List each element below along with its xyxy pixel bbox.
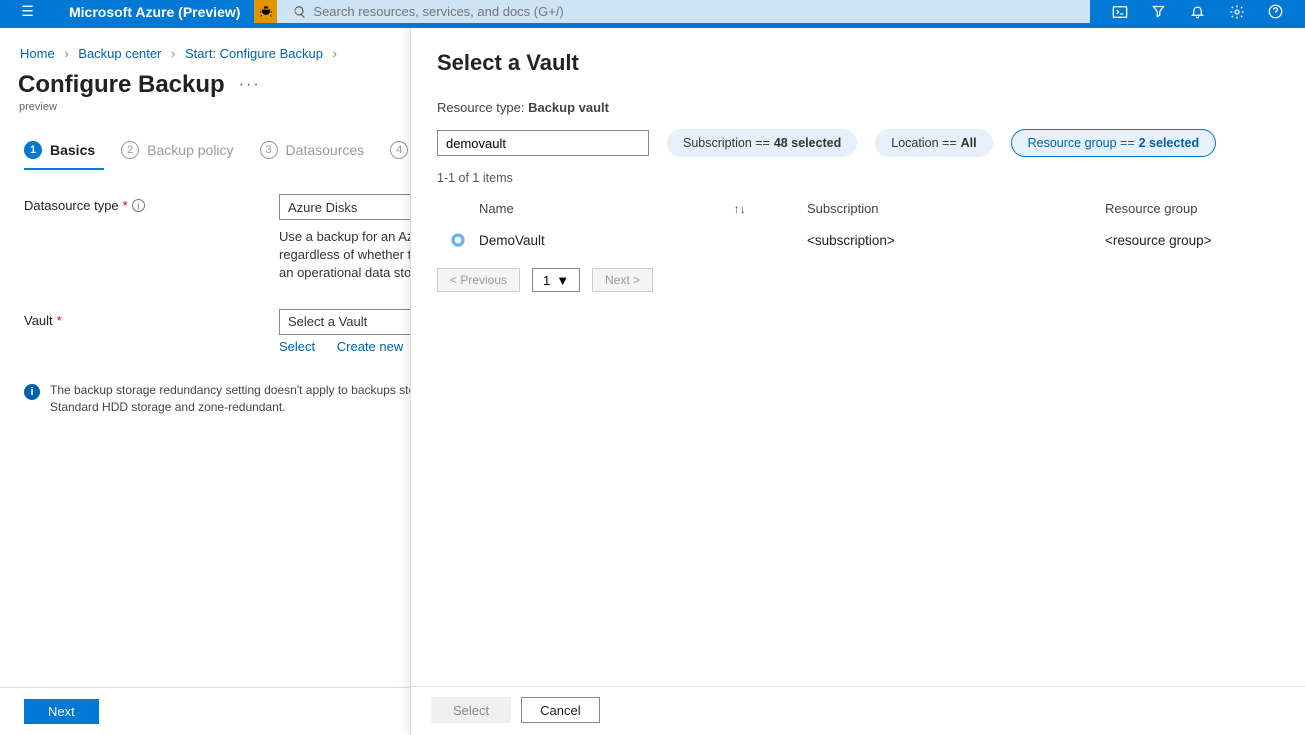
topbar-actions	[1090, 0, 1305, 23]
wizard-tab-backup-policy[interactable]: 2 Backup policy	[121, 141, 233, 159]
select-button[interactable]: Select	[431, 697, 511, 723]
required-marker: *	[57, 313, 62, 328]
cloud-shell-icon[interactable]	[1110, 4, 1130, 20]
panel-footer: Select Cancel	[411, 686, 1305, 735]
col-subscription[interactable]: Subscription	[807, 201, 1105, 216]
col-name[interactable]: Name	[479, 201, 514, 216]
vault-label: Vault *	[24, 309, 279, 328]
search-icon	[293, 5, 307, 19]
chevron-down-icon: ▼	[556, 273, 569, 288]
chevron-right-icon: ›	[58, 46, 74, 61]
breadcrumb-configure-backup[interactable]: Start: Configure Backup	[185, 46, 323, 61]
table-row[interactable]: DemoVault <subscription> <resource group…	[437, 222, 1305, 258]
vault-filter-input[interactable]	[437, 130, 649, 156]
vault-icon	[450, 232, 466, 248]
search-wrap	[287, 0, 1090, 23]
panel-resource-type: Resource type: Backup vault	[411, 80, 1305, 115]
portal-title: Microsoft Azure (Preview)	[55, 0, 254, 23]
wizard-tab-datasources[interactable]: 3 Datasources	[260, 141, 365, 159]
bug-icon[interactable]	[254, 0, 277, 23]
breadcrumb-home[interactable]: Home	[20, 46, 55, 61]
vault-table: Name ↑↓ Subscription Resource group Demo…	[411, 185, 1305, 258]
panel-header: Select a Vault	[411, 28, 1305, 80]
panel-title: Select a Vault	[437, 50, 1279, 76]
cell-subscription: <subscription>	[807, 233, 1105, 248]
filter-icon[interactable]	[1149, 4, 1169, 19]
select-vault-panel: Select a Vault Resource type: Backup vau…	[410, 28, 1305, 735]
table-header: Name ↑↓ Subscription Resource group	[437, 195, 1305, 222]
chevron-right-icon: ›	[165, 46, 181, 61]
required-marker: *	[123, 198, 128, 213]
next-button[interactable]: Next	[24, 699, 99, 724]
result-count: 1-1 of 1 items	[411, 157, 1305, 185]
notifications-icon[interactable]	[1188, 4, 1208, 19]
vault-select-link[interactable]: Select	[279, 339, 315, 354]
cell-name: DemoVault	[479, 233, 807, 248]
panel-filters: Subscription == 48 selected Location == …	[411, 115, 1305, 157]
wizard-tab-basics[interactable]: 1 Basics	[24, 141, 95, 159]
pager-page-select[interactable]: 1 ▼	[532, 268, 580, 292]
pager: < Previous 1 ▼ Next >	[411, 258, 1305, 292]
col-resource-group[interactable]: Resource group	[1105, 201, 1305, 216]
info-icon: i	[24, 384, 40, 400]
cancel-button[interactable]: Cancel	[521, 697, 599, 723]
pill-resource-group[interactable]: Resource group == 2 selected	[1011, 129, 1216, 157]
settings-icon[interactable]	[1227, 4, 1247, 20]
cell-resource-group: <resource group>	[1105, 233, 1305, 248]
datasource-label: Datasource type * i	[24, 194, 279, 213]
top-bar: ☰ Microsoft Azure (Preview)	[0, 0, 1305, 23]
pill-subscription[interactable]: Subscription == 48 selected	[667, 129, 857, 157]
more-icon[interactable]: ···	[239, 76, 261, 94]
info-icon[interactable]: i	[132, 199, 145, 212]
chevron-right-icon: ›	[327, 46, 343, 61]
sort-icon[interactable]: ↑↓	[734, 202, 746, 216]
pill-location[interactable]: Location == All	[875, 129, 992, 157]
vault-create-new-link[interactable]: Create new	[337, 339, 403, 354]
main-footer: Next	[0, 687, 410, 735]
global-search-input[interactable]	[313, 4, 1090, 19]
help-icon[interactable]	[1266, 4, 1286, 19]
page-title: Configure Backup	[18, 71, 225, 99]
wizard-tab-4[interactable]: 4	[390, 141, 408, 159]
pager-prev-button[interactable]: < Previous	[437, 268, 520, 292]
left-band: ☰	[0, 0, 55, 23]
hamburger-icon[interactable]: ☰	[21, 3, 34, 20]
pager-next-button[interactable]: Next >	[592, 268, 653, 292]
breadcrumb-backup-center[interactable]: Backup center	[78, 46, 161, 61]
